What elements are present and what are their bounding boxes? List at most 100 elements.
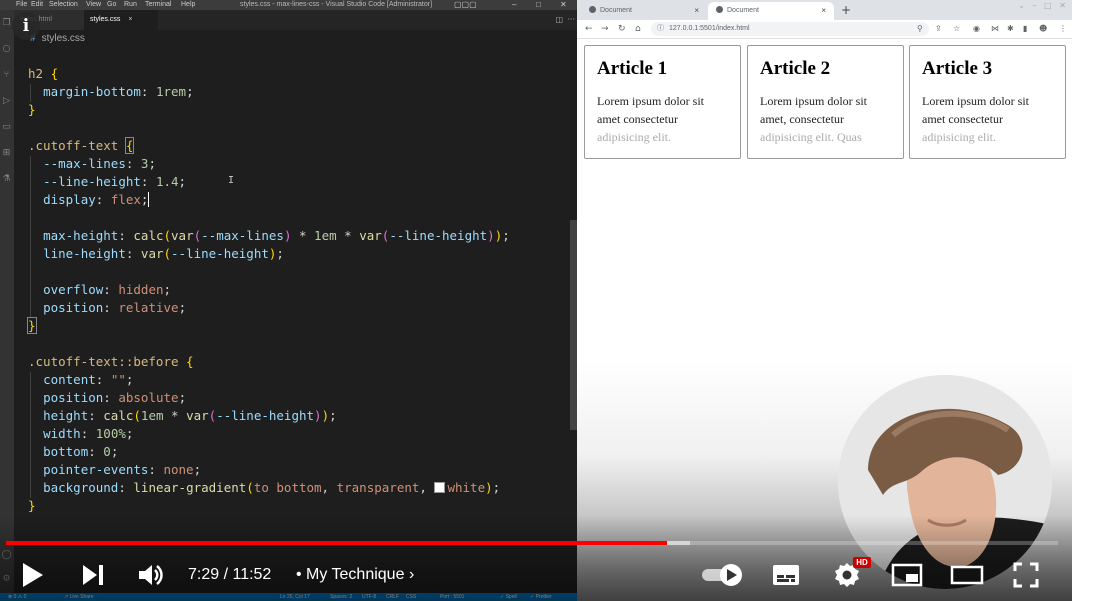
code-line: content: ""; bbox=[43, 372, 134, 387]
menu-terminal[interactable]: Terminal bbox=[145, 0, 171, 10]
account-icon[interactable]: ◯ bbox=[1, 550, 12, 561]
extensions-puzzle-icon[interactable]: ✱ bbox=[1007, 20, 1014, 38]
theater-mode-icon[interactable] bbox=[950, 564, 984, 586]
site-info-icon[interactable]: ⓘ bbox=[657, 22, 664, 36]
editor-scrollbar[interactable] bbox=[570, 220, 577, 430]
code-line: } bbox=[27, 317, 37, 334]
menu-file[interactable]: File bbox=[16, 0, 27, 10]
split-editor-icon[interactable]: ◫ bbox=[555, 10, 563, 30]
menu-selection[interactable]: Selection bbox=[49, 0, 78, 10]
code-line: margin-bottom: 1rem; bbox=[43, 84, 194, 99]
menu-run[interactable]: Run bbox=[124, 0, 137, 10]
breadcrumb-file[interactable]: styles.css bbox=[42, 33, 85, 44]
browser-tab-label: Document bbox=[727, 7, 759, 14]
reload-icon[interactable]: ↻ bbox=[618, 20, 626, 38]
status-encoding[interactable]: UTF-8 bbox=[362, 593, 376, 601]
info-icon[interactable]: i bbox=[12, 12, 40, 40]
progress-bar[interactable] bbox=[6, 541, 1058, 545]
menu-help[interactable]: Help bbox=[181, 0, 195, 10]
back-icon[interactable]: ← bbox=[585, 20, 593, 38]
maximize-icon[interactable]: □ bbox=[536, 0, 541, 10]
chapter-title[interactable]: • My Technique › bbox=[296, 564, 414, 586]
editor-tab-bar: index.html styles.css× ◫ ··· bbox=[14, 10, 577, 30]
close-tab-icon[interactable]: × bbox=[821, 2, 826, 20]
status-bar: ⊗ 0 ⚠ 0 ↗ Live Share Ln 25, Col 17 Space… bbox=[0, 593, 577, 601]
address-bar[interactable]: ⓘ 127.0.0.1:5501/index.html bbox=[651, 22, 929, 36]
activity-bar: ❐ ○ ⑂ ▷ ▭ ⊞ ⚗ ◯ ⚙ bbox=[0, 10, 14, 595]
status-problems[interactable]: ⊗ 0 ⚠ 0 bbox=[8, 593, 26, 601]
code-line: } bbox=[28, 102, 36, 117]
status-prettier[interactable]: ✓ Prettier bbox=[530, 593, 552, 601]
share-icon[interactable]: ⇪ bbox=[935, 20, 942, 38]
extension-icon-2[interactable]: ⋈ bbox=[991, 20, 999, 38]
status-port[interactable]: Port : 5501 bbox=[440, 593, 464, 601]
fullscreen-icon[interactable] bbox=[1012, 561, 1040, 589]
explorer-icon[interactable]: ❐ bbox=[1, 18, 12, 29]
extension-icon[interactable]: ◉ bbox=[973, 20, 980, 38]
article-card: Article 3 Lorem ipsum dolor sit amet cons… bbox=[909, 45, 1066, 159]
layout-icon[interactable]: ▢▢▢ bbox=[454, 0, 477, 10]
status-spell[interactable]: ✓ Spell bbox=[500, 593, 517, 601]
chapter-label: • My Technique bbox=[296, 566, 405, 583]
article-card: Article 2 Lorem ipsum dolor sit amet, con… bbox=[747, 45, 904, 159]
browser-window-controls[interactable]: ⌄ – □ ✕ bbox=[1018, 0, 1066, 12]
forward-icon[interactable]: → bbox=[601, 20, 609, 38]
code-line: height: calc(1em * var(--line-height)); bbox=[43, 408, 337, 423]
source-control-icon[interactable]: ⑂ bbox=[1, 70, 12, 81]
miniplayer-icon[interactable] bbox=[891, 563, 923, 587]
code-line: display: flex; bbox=[43, 192, 150, 207]
new-tab-button[interactable]: + bbox=[841, 2, 851, 18]
menu-edit[interactable]: Edit bbox=[31, 0, 43, 10]
article-text: Lorem ipsum dolor sit amet consectetur adi… bbox=[922, 94, 1029, 144]
close-tab-icon[interactable]: × bbox=[694, 2, 699, 20]
browser-tab-active[interactable]: Document × bbox=[708, 2, 834, 20]
next-video-icon[interactable] bbox=[80, 562, 106, 588]
code-line: position: absolute; bbox=[43, 390, 187, 405]
color-swatch[interactable] bbox=[434, 482, 446, 493]
bookmark-star-icon[interactable]: ☆ bbox=[953, 20, 960, 38]
testing-icon[interactable]: ⚗ bbox=[1, 174, 12, 185]
browser-tab[interactable]: Document × bbox=[581, 2, 707, 20]
code-line: --line-height: 1.4; bbox=[43, 174, 187, 189]
side-panel-icon[interactable]: ▮ bbox=[1023, 20, 1027, 38]
code-line: line-height: var(--line-height); bbox=[43, 246, 284, 261]
code-line: --max-lines: 3; bbox=[43, 156, 156, 171]
browser-menu-icon[interactable]: ⋮ bbox=[1059, 20, 1067, 38]
volume-icon[interactable] bbox=[136, 561, 164, 589]
subtitles-icon[interactable] bbox=[771, 562, 801, 588]
article-title: Article 1 bbox=[597, 58, 668, 79]
vscode-window: File Edit Selection View Go Run Terminal… bbox=[0, 0, 577, 601]
code-editor[interactable]: h2 { margin-bottom: 1rem; } .cutoff-text… bbox=[14, 48, 570, 538]
home-icon[interactable]: ⌂ bbox=[635, 20, 641, 38]
extensions-icon[interactable]: ⊞ bbox=[1, 148, 12, 159]
window-title: styles.css - max-lines-css - Visual Stud… bbox=[240, 1, 433, 8]
menu-view[interactable]: View bbox=[86, 0, 101, 10]
breadcrumb: # styles.css bbox=[14, 30, 577, 48]
status-eol[interactable]: CRLF bbox=[386, 593, 399, 601]
more-actions-icon[interactable]: ··· bbox=[567, 10, 575, 30]
status-spaces[interactable]: Spaces: 2 bbox=[330, 593, 352, 601]
status-live-share[interactable]: ↗ Live Share bbox=[64, 593, 93, 601]
minimize-icon[interactable]: – bbox=[512, 0, 516, 10]
manage-gear-icon[interactable]: ⚙ bbox=[1, 574, 12, 585]
code-line: position: relative; bbox=[43, 300, 187, 315]
globe-icon bbox=[716, 6, 723, 13]
status-position[interactable]: Ln 25, Col 17 bbox=[280, 593, 310, 601]
search-icon[interactable]: ○ bbox=[1, 44, 12, 55]
autoplay-toggle[interactable] bbox=[700, 562, 746, 588]
close-tab-icon[interactable]: × bbox=[128, 16, 132, 23]
article-title: Article 2 bbox=[760, 58, 831, 79]
remote-icon[interactable]: ▭ bbox=[1, 122, 12, 133]
globe-icon bbox=[589, 6, 596, 13]
code-line: overflow: hidden; bbox=[43, 282, 172, 297]
menu-go[interactable]: Go bbox=[107, 0, 116, 10]
play-icon[interactable] bbox=[20, 560, 46, 590]
run-debug-icon[interactable]: ▷ bbox=[1, 96, 12, 107]
tab-styles-css[interactable]: styles.css × bbox=[84, 10, 158, 30]
profile-avatar[interactable]: ☻ bbox=[1039, 20, 1047, 38]
zoom-icon[interactable]: ⚲ bbox=[917, 20, 923, 38]
close-window-icon[interactable]: ✕ bbox=[560, 0, 567, 10]
code-line: h2 { bbox=[28, 66, 59, 81]
status-language[interactable]: CSS bbox=[406, 593, 416, 601]
code-line: } bbox=[28, 498, 36, 513]
